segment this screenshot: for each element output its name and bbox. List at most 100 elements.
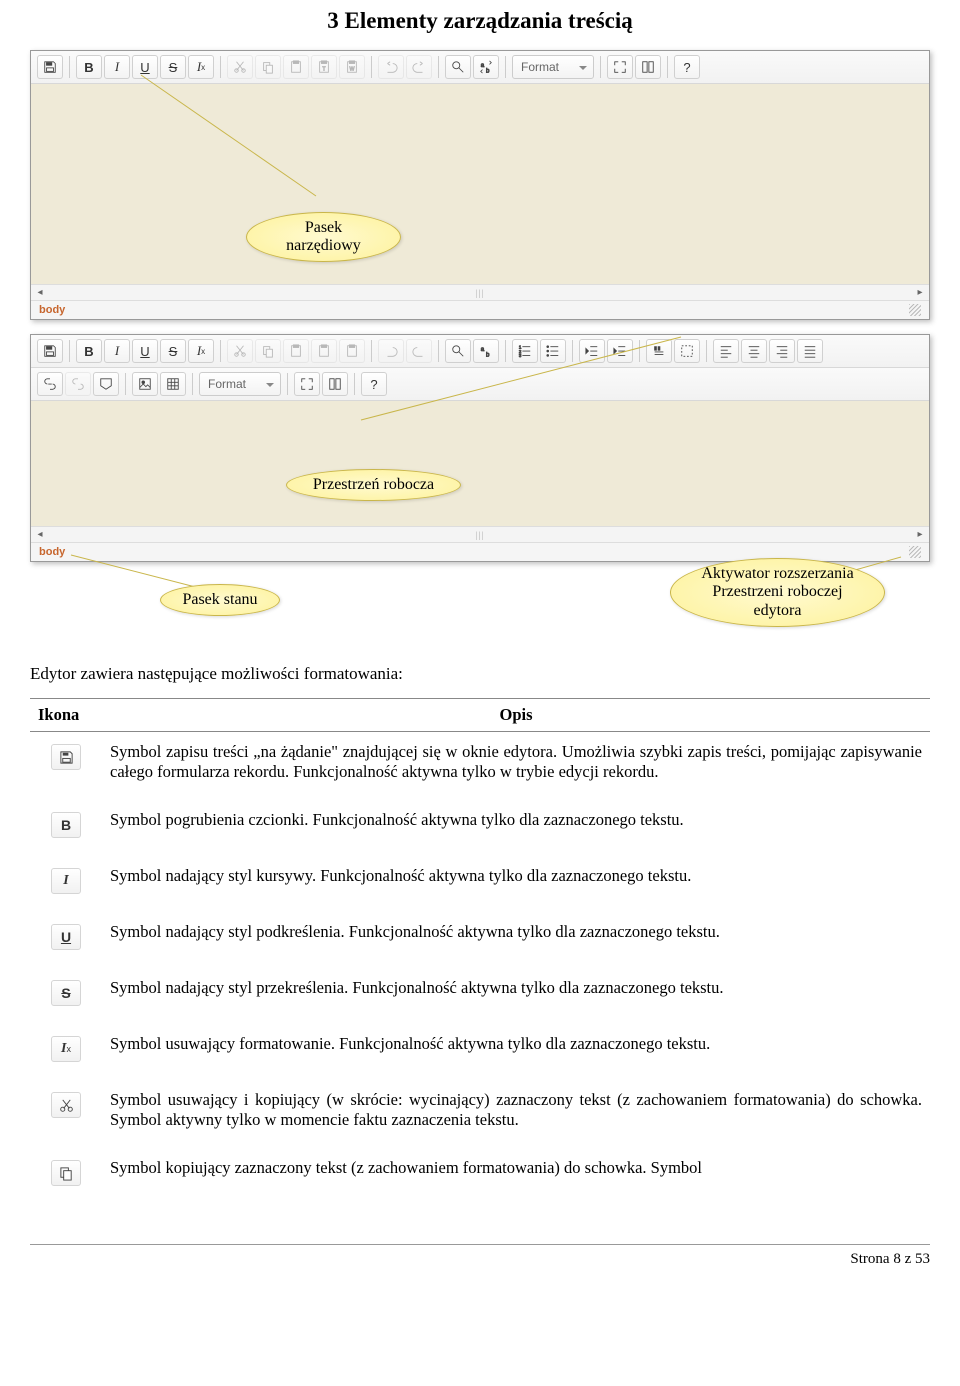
showblocks-button[interactable] bbox=[322, 372, 348, 396]
underline-icon: U bbox=[51, 924, 81, 950]
editor2-resize-grip[interactable] bbox=[909, 546, 921, 558]
underline-button[interactable]: U bbox=[132, 339, 158, 363]
th-icon: Ikona bbox=[30, 699, 102, 732]
showblocks-button[interactable] bbox=[635, 55, 661, 79]
editor-panel-2: B I U S Ix ab 123 bbox=[30, 334, 930, 562]
icon-cell-cut bbox=[30, 1080, 102, 1148]
maximize-button[interactable] bbox=[294, 372, 320, 396]
save-button[interactable] bbox=[37, 55, 63, 79]
icon-cell-underline: U bbox=[30, 912, 102, 968]
desc-cell: Symbol nadający styl przekreślenia. Funk… bbox=[102, 968, 930, 1024]
scroll-right-icon[interactable]: ▸ bbox=[913, 528, 927, 542]
paste-button[interactable] bbox=[283, 339, 309, 363]
table-row: Symbol usuwający i kopiujący (w skrócie:… bbox=[30, 1080, 930, 1148]
table-row: U Symbol nadający styl podkreślenia. Funk… bbox=[30, 912, 930, 968]
svg-text:W: W bbox=[350, 67, 355, 73]
strike-button[interactable]: S bbox=[160, 55, 186, 79]
link-button[interactable] bbox=[37, 372, 63, 396]
bulletlist-button[interactable] bbox=[540, 339, 566, 363]
scroll-left-icon[interactable]: ◂ bbox=[33, 286, 47, 300]
scroll-left-icon[interactable]: ◂ bbox=[33, 528, 47, 542]
unlink-button[interactable] bbox=[65, 372, 91, 396]
scroll-right-icon[interactable]: ▸ bbox=[913, 286, 927, 300]
removeformat-button[interactable]: Ix bbox=[188, 55, 214, 79]
save-icon bbox=[51, 744, 81, 770]
editor1-statusbar: body bbox=[31, 300, 929, 319]
copy-button[interactable] bbox=[255, 339, 281, 363]
table-row: Symbol kopiujący zaznaczony tekst (z zac… bbox=[30, 1148, 930, 1204]
help-button[interactable]: ? bbox=[361, 372, 387, 396]
copy-button[interactable] bbox=[255, 55, 281, 79]
table-button[interactable] bbox=[160, 372, 186, 396]
div-button[interactable] bbox=[674, 339, 700, 363]
editor2-body[interactable]: Przestrzeń robocza bbox=[31, 401, 929, 526]
cut-button[interactable] bbox=[227, 339, 253, 363]
editor1-hscroll[interactable]: ◂ ||| ▸ bbox=[31, 284, 929, 300]
scroll-grip[interactable]: ||| bbox=[47, 288, 913, 298]
svg-text:3: 3 bbox=[519, 353, 522, 358]
table-row: B Symbol pogrubienia czcionki. Funkcjonal… bbox=[30, 800, 930, 856]
editor1-body[interactable]: Pasek narzędiowy bbox=[31, 84, 929, 284]
undo-button[interactable] bbox=[378, 339, 404, 363]
indent-button[interactable] bbox=[607, 339, 633, 363]
maximize-button[interactable] bbox=[607, 55, 633, 79]
replace-button[interactable]: ab bbox=[473, 55, 499, 79]
align-center-button[interactable] bbox=[741, 339, 767, 363]
bold-button[interactable]: B bbox=[76, 339, 102, 363]
strike-button[interactable]: S bbox=[160, 339, 186, 363]
image-button[interactable] bbox=[132, 372, 158, 396]
format-select-label: Format bbox=[521, 60, 559, 74]
editor1-resize-grip[interactable] bbox=[909, 304, 921, 316]
page-title: 3 Elementy zarządzania treścią bbox=[30, 8, 930, 34]
icon-cell-strike: S bbox=[30, 968, 102, 1024]
editor-panel-1: B I U S Ix T W ab Format ? bbox=[30, 50, 930, 320]
removeformat-button[interactable]: Ix bbox=[188, 339, 214, 363]
table-row: S Symbol nadający styl przekreślenia. Fun… bbox=[30, 968, 930, 1024]
removeformat-icon: Ix bbox=[51, 1036, 81, 1062]
desc-cell: Symbol nadający styl podkreślenia. Funkc… bbox=[102, 912, 930, 968]
replace-button[interactable]: ab bbox=[473, 339, 499, 363]
editor1-path: body bbox=[39, 304, 65, 316]
table-row: Symbol zapisu treści „na żądanie" znajdu… bbox=[30, 732, 930, 801]
desc-cell: Symbol usuwający formatowanie. Funkcjona… bbox=[102, 1024, 930, 1080]
redo-button[interactable] bbox=[406, 55, 432, 79]
find-button[interactable] bbox=[445, 339, 471, 363]
paste-text-button[interactable] bbox=[311, 339, 337, 363]
svg-text:a: a bbox=[481, 346, 485, 353]
cut-button[interactable] bbox=[227, 55, 253, 79]
outdent-button[interactable] bbox=[579, 339, 605, 363]
paste-text-button[interactable]: T bbox=[311, 55, 337, 79]
blockquote-button[interactable] bbox=[646, 339, 672, 363]
strike-icon: S bbox=[51, 980, 81, 1006]
desc-cell: Symbol pogrubienia czcionki. Funkcjonaln… bbox=[102, 800, 930, 856]
redo-button[interactable] bbox=[406, 339, 432, 363]
bold-icon: B bbox=[51, 812, 81, 838]
format-select[interactable]: Format bbox=[512, 55, 594, 79]
bold-button[interactable]: B bbox=[76, 55, 102, 79]
desc-cell: Symbol nadający styl kursywy. Funkcjonal… bbox=[102, 856, 930, 912]
paste-word-button[interactable] bbox=[339, 339, 365, 363]
svg-text:a: a bbox=[481, 62, 485, 69]
format-select[interactable]: Format bbox=[199, 372, 281, 396]
align-right-button[interactable] bbox=[769, 339, 795, 363]
paste-button[interactable] bbox=[283, 55, 309, 79]
undo-button[interactable] bbox=[378, 55, 404, 79]
scroll-grip[interactable]: ||| bbox=[47, 530, 913, 540]
numlist-button[interactable]: 123 bbox=[512, 339, 538, 363]
callout-statusbar: Pasek stanu bbox=[160, 584, 280, 616]
editor2-hscroll[interactable]: ◂ ||| ▸ bbox=[31, 526, 929, 542]
align-left-button[interactable] bbox=[713, 339, 739, 363]
icon-description-table: Ikona Opis Symbol zapisu treści „na żąda… bbox=[30, 698, 930, 1204]
italic-button[interactable]: I bbox=[104, 339, 130, 363]
save-button[interactable] bbox=[37, 339, 63, 363]
help-button[interactable]: ? bbox=[674, 55, 700, 79]
italic-button[interactable]: I bbox=[104, 55, 130, 79]
th-desc: Opis bbox=[102, 699, 930, 732]
find-button[interactable] bbox=[445, 55, 471, 79]
underline-button[interactable]: U bbox=[132, 55, 158, 79]
paste-word-button[interactable]: W bbox=[339, 55, 365, 79]
copy-icon bbox=[51, 1160, 81, 1186]
align-justify-button[interactable] bbox=[797, 339, 823, 363]
svg-text:b: b bbox=[486, 67, 490, 74]
anchor-button[interactable] bbox=[93, 372, 119, 396]
